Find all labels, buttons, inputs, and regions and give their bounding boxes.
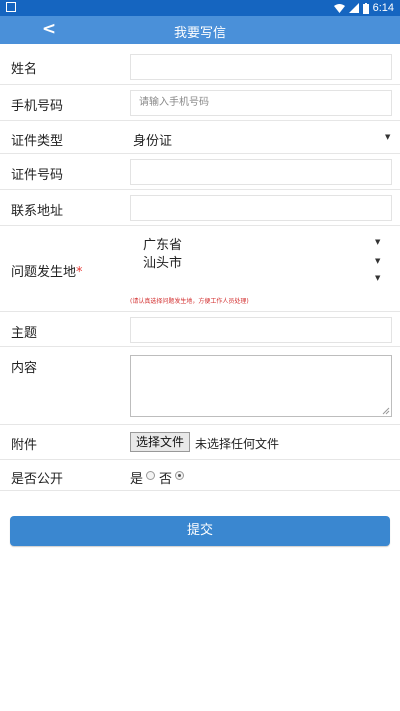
subject-input[interactable]: [130, 317, 392, 343]
resize-grip-icon[interactable]: [382, 407, 390, 415]
address-row: 联系地址: [0, 190, 400, 226]
id-type-row: 证件类型 身份证 ▼: [0, 121, 400, 154]
phone-input[interactable]: 请输入手机号码: [130, 90, 392, 116]
name-input[interactable]: [130, 54, 392, 80]
attachment-label: 附件: [11, 438, 38, 453]
signal-icon: [348, 3, 359, 13]
id-type-label: 证件类型: [11, 134, 64, 149]
address-input[interactable]: [130, 195, 392, 221]
location-hint: (请认真选择问题发生地，方便工作人员处理): [130, 298, 249, 305]
city-select[interactable]: 汕头市: [143, 252, 182, 271]
status-icons: 6:14: [333, 1, 394, 15]
province-select[interactable]: 广东省: [143, 234, 182, 253]
file-status: 未选择任何文件: [195, 437, 280, 451]
content-textarea[interactable]: [130, 355, 392, 417]
location-label: 问题发生地*: [11, 261, 83, 280]
address-label: 联系地址: [11, 204, 64, 219]
phone-label: 手机号码: [11, 99, 64, 114]
public-no-radio[interactable]: [175, 471, 184, 480]
submit-button[interactable]: 提交: [10, 516, 390, 546]
subject-label: 主题: [11, 326, 38, 341]
public-no-label: 否: [159, 472, 173, 487]
id-number-input[interactable]: [130, 159, 392, 185]
location-label-text: 问题发生地: [11, 265, 77, 280]
dropdown-arrow-icon[interactable]: ▼: [375, 274, 380, 282]
choose-file-button[interactable]: 选择文件: [130, 432, 191, 452]
app-header: < 我要写信: [0, 16, 400, 44]
phone-row: 手机号码 请输入手机号码: [0, 85, 400, 121]
wifi-icon: [333, 4, 345, 13]
id-number-row: 证件号码: [0, 154, 400, 190]
public-yes-radio[interactable]: [146, 471, 155, 480]
content-row: 内容: [0, 347, 400, 425]
name-row: 姓名: [0, 48, 400, 85]
dropdown-arrow-icon[interactable]: ▼: [375, 238, 380, 246]
subject-row: 主题: [0, 312, 400, 347]
battery-icon: [362, 2, 369, 14]
public-row: 是否公开 是 否: [0, 460, 400, 491]
id-type-select[interactable]: 身份证: [133, 130, 172, 149]
status-bar: 6:14: [0, 0, 400, 16]
clock: 6:14: [372, 2, 394, 14]
dropdown-arrow-icon[interactable]: ▼: [375, 257, 380, 265]
required-mark: *: [76, 265, 83, 280]
public-yes-label: 是: [130, 472, 144, 487]
public-label: 是否公开: [11, 472, 64, 487]
content-label: 内容: [11, 361, 38, 376]
id-number-label: 证件号码: [11, 168, 64, 183]
dropdown-arrow-icon[interactable]: ▼: [385, 133, 390, 141]
location-row: 问题发生地* 广东省 ▼ 汕头市 ▼ ▼ (请认真选择问题发生地，方便工作人员处…: [0, 226, 400, 312]
notification-icon: [6, 2, 16, 12]
page-title: 我要写信: [173, 26, 226, 41]
name-label: 姓名: [11, 62, 38, 77]
attachment-row: 附件 选择文件 未选择任何文件: [0, 425, 400, 460]
